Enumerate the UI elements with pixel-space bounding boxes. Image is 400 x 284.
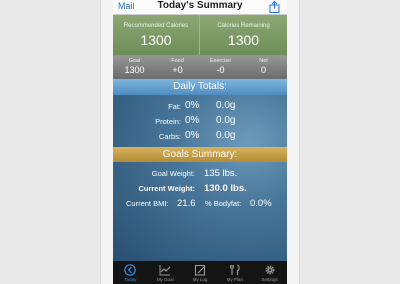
stat-label: Goal bbox=[128, 58, 141, 64]
stat-label: Net bbox=[259, 58, 268, 64]
macro-row-carbs: Carbs: 0% 0.0g bbox=[113, 130, 287, 144]
macro-percent: 0% bbox=[185, 130, 200, 141]
recommended-calories-cell: Recommended Calories 1300 bbox=[113, 15, 200, 55]
calories-remaining-cell: Calories Remaining 1300 bbox=[200, 15, 287, 55]
tab-settings[interactable]: Settings bbox=[252, 261, 287, 284]
share-icon[interactable] bbox=[269, 1, 280, 13]
gear-icon bbox=[265, 265, 274, 275]
macro-row-protein: Protein: 0% 0.0g bbox=[113, 115, 287, 129]
macro-percent: 0% bbox=[185, 115, 200, 126]
recommended-calories-label: Recommended Calories bbox=[123, 23, 189, 29]
macro-percent: 0% bbox=[185, 100, 200, 111]
page-title: Today's Summary bbox=[157, 0, 243, 11]
tab-my-plan[interactable]: My Plan bbox=[217, 261, 252, 284]
tab-label: My Plan bbox=[226, 277, 243, 282]
macro-grams: 0.0g bbox=[216, 130, 236, 141]
macro-grams: 0.0g bbox=[216, 100, 236, 111]
stat-label: Food bbox=[171, 58, 184, 64]
macro-name: Carbs: bbox=[158, 132, 181, 141]
tab-my-log[interactable]: My Log bbox=[183, 261, 218, 284]
bmi-label: Current BMI: bbox=[126, 199, 169, 208]
macro-row-fat: Fat: 0% 0.0g bbox=[113, 100, 287, 114]
stat-value: -0 bbox=[216, 65, 225, 75]
goals-summary-header: Goals Summary: bbox=[113, 147, 287, 162]
stat-value: 1300 bbox=[124, 65, 145, 75]
utensils-icon bbox=[229, 264, 240, 275]
tab-today[interactable]: Today bbox=[113, 261, 148, 284]
tab-my-goal[interactable]: My Goal bbox=[148, 261, 183, 284]
calories-panel: Recommended Calories 1300 Calories Remai… bbox=[113, 15, 287, 55]
stat-exercise: Exercise -0 bbox=[199, 55, 242, 75]
nav-bar: Mail Today's Summary bbox=[113, 0, 287, 15]
tab-bar: Today My Goal My Log My Plan Settings bbox=[113, 261, 287, 284]
current-weight-label: Current Weight: bbox=[138, 184, 195, 193]
bmi-value: 21.6 bbox=[177, 198, 196, 209]
macro-grams: 0.0g bbox=[216, 115, 236, 126]
recommended-calories-value: 1300 bbox=[140, 32, 172, 48]
stat-net: Net 0 bbox=[242, 55, 285, 75]
tab-label: Settings bbox=[261, 277, 278, 282]
bodyfat-value: 0.0% bbox=[250, 198, 272, 209]
goal-weight-value: 135 lbs. bbox=[204, 168, 238, 179]
clock-icon bbox=[124, 264, 137, 276]
macro-name: Fat: bbox=[168, 102, 181, 111]
tab-label: My Log bbox=[192, 277, 208, 282]
current-weight-value: 130.0 lbs. bbox=[204, 183, 247, 194]
tab-label: My Goal bbox=[156, 277, 174, 282]
tab-label: Today bbox=[124, 277, 137, 282]
bodyfat-label: % Bodyfat: bbox=[205, 199, 242, 208]
stat-label: Exercise bbox=[209, 58, 232, 64]
summary-content: Daily Totals: Fat: 0% 0.0g Protein: 0% 0… bbox=[113, 79, 287, 261]
chart-icon bbox=[159, 265, 171, 276]
daily-totals-header: Daily Totals: bbox=[113, 79, 287, 95]
stat-value: +0 bbox=[172, 65, 183, 75]
calories-remaining-label: Calories Remaining bbox=[217, 23, 270, 29]
calorie-stats-row: Goal 1300 Food +0 Exercise -0 Net 0 bbox=[113, 55, 287, 79]
app-screen: Mail Today's Summary Recommended Calorie… bbox=[113, 0, 287, 284]
notebook-icon bbox=[194, 264, 206, 276]
stat-goal: Goal 1300 bbox=[113, 55, 156, 75]
calories-remaining-value: 1300 bbox=[227, 32, 260, 48]
goal-weight-label: Goal Weight: bbox=[151, 169, 195, 178]
stat-value: 0 bbox=[260, 65, 266, 75]
stat-food: Food +0 bbox=[156, 55, 199, 75]
macro-name: Protein: bbox=[155, 117, 181, 126]
